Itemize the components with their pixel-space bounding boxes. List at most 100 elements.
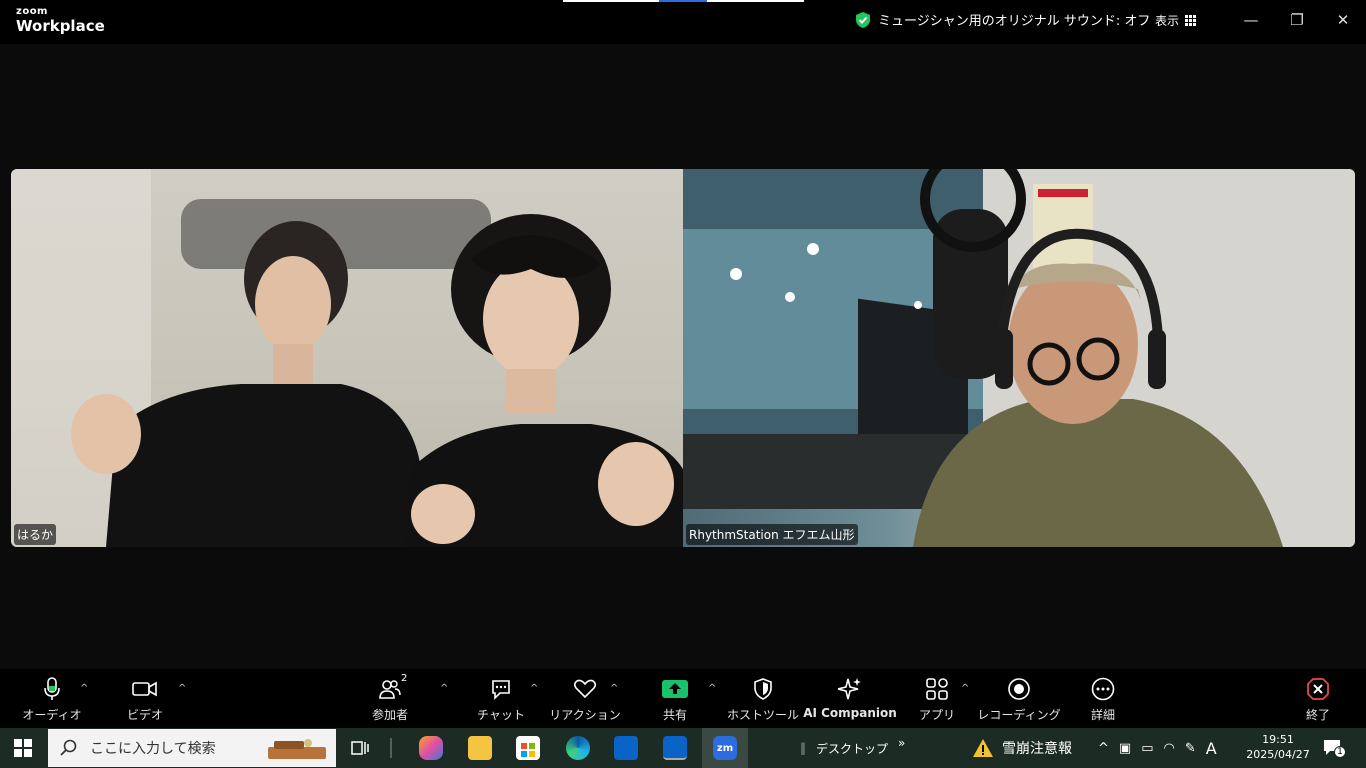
clock-time: 19:51 [1262, 733, 1294, 746]
toolbar-grip: ‖ [800, 741, 806, 755]
logo-zoom-text: zoom [16, 6, 48, 17]
view-label: 表示 [1155, 14, 1180, 28]
desktop-label: デスクトップ [816, 741, 889, 756]
search-icon [60, 739, 77, 756]
clock[interactable]: 19:51 2025/04/27 [1246, 732, 1310, 762]
apps-label: アプリ [918, 708, 955, 722]
view-button[interactable]: 表示 [1155, 12, 1197, 29]
participant-name-tag: RhythmStation エフエム山形 [686, 524, 858, 545]
taskbar-search-box[interactable]: ここに入力して検索 [48, 729, 336, 767]
more-dots-icon [1091, 677, 1115, 701]
host-tools-button[interactable]: ホストツール [723, 677, 803, 723]
windows-taskbar: ここに入力して検索 zm ‖ デスクトップ » 雪崩注意報 ^ ▣ ▭ ◠ ✎ … [0, 728, 1366, 768]
video-camera-icon [132, 677, 158, 701]
search-highlight-image [268, 739, 326, 759]
audio-status-text: ミュージシャン用のオリジナル サウンド: オフ [878, 14, 1151, 29]
notification-center-icon[interactable]: 1 [1322, 738, 1346, 758]
microphone-icon [43, 677, 61, 701]
share-label: 共有 [662, 708, 687, 722]
weather-widget[interactable]: 雪崩注意報 [972, 728, 1072, 768]
clock-date: 2025/04/27 [1246, 748, 1310, 761]
chat-options-chevron-icon[interactable]: ^ [530, 683, 538, 694]
video-options-chevron-icon[interactable]: ^ [178, 683, 186, 694]
participant-video-image [683, 169, 1355, 547]
audio-status-indicator[interactable]: ミュージシャン用のオリジナル サウンド: オフ [854, 10, 1150, 29]
video-tile-rhythmstation[interactable]: RhythmStation エフエム山形 [683, 169, 1355, 547]
zoom-icon: zm [713, 736, 737, 760]
apps-grid-icon [926, 677, 948, 701]
windows-start-icon[interactable] [14, 739, 32, 757]
shield-icon [753, 677, 773, 701]
zoom-meeting-window: zoom Workplace ミュージシャン用のオリジナル サウンド: オフ 表… [0, 0, 1366, 728]
participants-options-chevron-icon[interactable]: ^ [440, 683, 448, 694]
chat-bubble-icon [490, 677, 512, 701]
notification-count-badge: 1 [1334, 746, 1346, 758]
zoom-workplace-logo: zoom Workplace [16, 7, 105, 34]
share-options-chevron-icon[interactable]: ^ [708, 683, 716, 694]
participants-button[interactable]: 2 参加者 [350, 673, 430, 723]
close-button[interactable]: ✕ [1328, 8, 1358, 32]
taskbar-divider [390, 738, 392, 758]
meeting-controls-toolbar: オーディオ ^ ビデオ ^ 2 参加者 ^ チャット ^ リアクション ^ 共有… [0, 669, 1366, 728]
title-bar: zoom Workplace ミュージシャン用のオリジナル サウンド: オフ 表… [0, 0, 1366, 44]
copilot-icon[interactable] [419, 736, 443, 760]
battery-icon[interactable]: ▭ [1141, 741, 1153, 756]
pen-icon[interactable]: ✎ [1185, 741, 1196, 756]
host-tools-label: ホストツール [726, 708, 799, 722]
record-icon [1007, 677, 1031, 701]
overflow-chevron-icon[interactable]: » [898, 736, 905, 750]
drag-handle-left[interactable] [563, 0, 659, 2]
video-button[interactable]: ビデオ [105, 677, 185, 723]
more-button[interactable]: 詳細 [1063, 677, 1143, 723]
system-tray: ^ ▣ ▭ ◠ ✎ A [1098, 728, 1217, 768]
participants-icon: 2 [379, 673, 407, 701]
chat-label: チャット [477, 708, 525, 722]
ime-indicator[interactable]: A [1206, 739, 1217, 758]
apps-options-chevron-icon[interactable]: ^ [961, 683, 969, 694]
heart-icon [573, 677, 597, 701]
edge-browser-icon[interactable] [566, 736, 590, 760]
file-explorer-icon[interactable] [468, 736, 492, 760]
zoom-taskbar-button[interactable]: zm [702, 728, 748, 768]
participant-video-image [11, 169, 683, 547]
video-label: ビデオ [126, 708, 163, 722]
logo-workplace-text: Workplace [16, 17, 105, 35]
end-meeting-button[interactable]: 終了 [1278, 677, 1358, 723]
outlook-new-icon[interactable] [663, 736, 687, 760]
show-hidden-icons-chevron-icon[interactable]: ^ [1098, 741, 1109, 756]
audio-options-chevron-icon[interactable]: ^ [80, 683, 88, 694]
task-view-icon[interactable] [348, 736, 372, 760]
ai-companion-button[interactable]: AI Companion [800, 677, 900, 720]
end-label: 終了 [1305, 708, 1330, 722]
minimize-button[interactable]: — [1236, 8, 1266, 32]
end-call-icon [1306, 677, 1330, 701]
ai-companion-label: AI Companion [803, 706, 897, 720]
reactions-options-chevron-icon[interactable]: ^ [610, 683, 618, 694]
warning-icon [973, 739, 993, 757]
search-placeholder: ここに入力して検索 [90, 741, 216, 757]
wifi-icon[interactable]: ◠ [1164, 741, 1175, 756]
chat-button[interactable]: チャット [461, 677, 541, 723]
reactions-label: リアクション [549, 708, 621, 722]
shield-check-icon [856, 11, 870, 28]
participant-name-tag: はるか [14, 524, 57, 545]
grid-view-icon [1185, 15, 1197, 26]
share-button[interactable]: 共有 [635, 677, 715, 723]
recording-button[interactable]: レコーディング [977, 677, 1061, 723]
participants-label: 参加者 [371, 708, 408, 722]
share-screen-icon [662, 677, 688, 701]
maximize-button[interactable]: ❐ [1282, 8, 1312, 32]
drag-handle-center[interactable] [659, 0, 707, 2]
weather-alert-text: 雪崩注意報 [1002, 741, 1072, 757]
outlook-icon[interactable] [614, 736, 638, 760]
audio-label: オーディオ [22, 708, 82, 722]
meet-now-icon[interactable]: ▣ [1119, 741, 1131, 756]
desktop-toolbar[interactable]: ‖ デスクトップ » [800, 728, 905, 768]
recording-label: レコーディング [977, 708, 1061, 722]
sparkle-icon [838, 677, 862, 701]
participants-count: 2 [401, 673, 408, 684]
video-tile-haruka[interactable]: はるか [11, 169, 683, 547]
drag-handle-right[interactable] [707, 0, 804, 2]
more-label: 詳細 [1090, 708, 1115, 722]
microsoft-store-icon[interactable] [516, 736, 540, 760]
